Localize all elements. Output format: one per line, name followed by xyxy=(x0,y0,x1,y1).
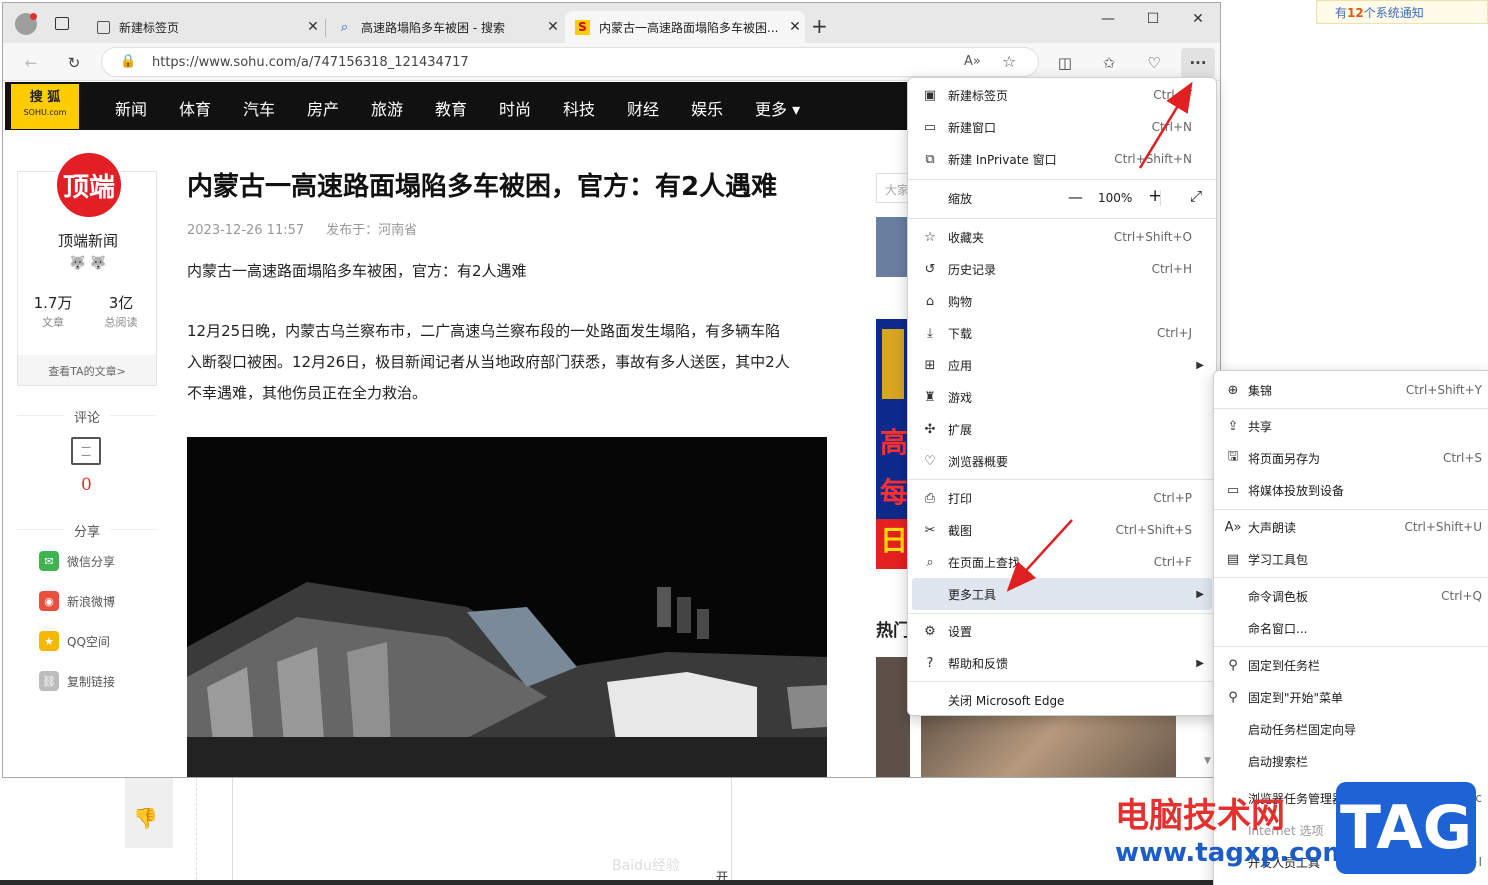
arrow-to-more-tools xyxy=(1006,519,1073,592)
site-watermark-url: www.tagxp.com xyxy=(1115,838,1350,868)
tag-logo: TAG xyxy=(1336,782,1476,874)
arrow-to-more-menu xyxy=(1138,81,1193,169)
site-watermark-title: 电脑技术网 xyxy=(1115,796,1285,836)
annotation-arrows xyxy=(1006,81,1193,592)
